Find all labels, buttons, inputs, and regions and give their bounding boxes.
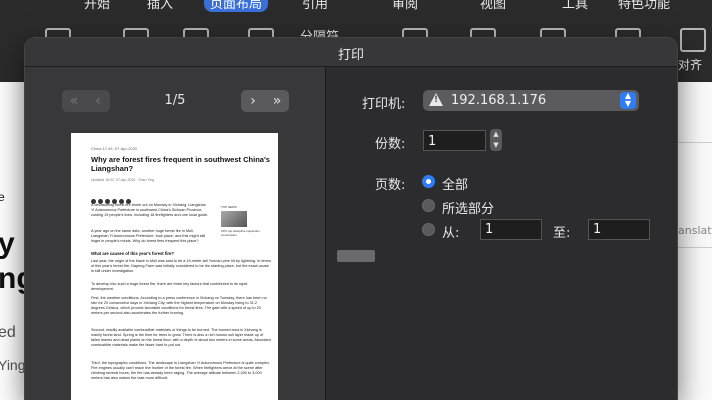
sidebar-caption: CPC top discipline inspection commission [221,229,260,237]
radio-page-range[interactable] [422,223,435,236]
next-page-button[interactable]: › [241,90,265,112]
to-page-field[interactable]: 1 [588,219,650,240]
sidebar-label: TOP NEWS [221,205,237,209]
sidebar-news: TOP NEWS CPC top discipline inspection c… [221,205,261,245]
article-paragraph: To develop into such a huge forest fire,… [91,282,248,291]
ribbon-tab-home[interactable]: 开始 [84,0,110,12]
stepper-up-icon[interactable]: ▲ [493,130,498,138]
doc-fragment: Ying [0,357,26,373]
copies-label: 份数: [375,137,406,152]
doc-fragment: e [0,190,5,204]
radio-selection[interactable] [422,199,435,212]
article-paragraph: Last year, the origin of the blaze in Mu… [91,259,271,273]
ribbon-tab-view[interactable]: 视图 [480,0,506,12]
doc-fragment: ed [0,324,16,341]
page-indicator: 1/5 [164,93,186,108]
pane-divider [325,67,326,400]
preview-splitter-handle[interactable] [337,250,375,262]
copies-field[interactable]: 1 [423,130,486,151]
divider [676,247,712,248]
chevron-up-down-icon: ▲ ▼ [620,92,636,109]
dialog-title: 打印 [337,48,364,63]
share-icons [91,191,133,204]
section-heading: What are causes of this year's forest fi… [91,251,174,256]
prev-page-group: « ‹ [62,90,110,112]
align-label: 对齐 [678,58,703,72]
doc-fragment: ng [0,262,26,295]
from-label: 从: [442,226,460,241]
first-page-button[interactable]: « [62,90,86,112]
last-page-button[interactable]: » [265,90,289,112]
stepper-down-icon[interactable]: ▼ [493,141,498,149]
selection-label: 所选部分 [442,202,495,217]
article-paragraph: A year ago on the same date, another hug… [91,229,206,243]
printer-select[interactable]: 192.168.1.176 ▲▼ [423,90,639,111]
next-page-group: › » [241,90,289,112]
ribbon-tab-review[interactable]: 审阅 [392,0,418,12]
copies-stepper[interactable]: ▲ ▼ [490,129,502,151]
warning-icon [429,93,443,106]
divider [676,142,712,143]
article-byline: Updated 18:02, 07-Apr-2020 · Zhao Ying [91,178,155,182]
article-meta: China 17:44, 07-Apr-2020 [91,146,138,151]
to-label: 至: [553,226,571,241]
doc-fragment: anslat [678,224,712,237]
printer-label: 打印机: [362,97,406,112]
all-pages-label: 全部 [442,178,469,193]
article-paragraph: First, the weather conditions. According… [91,296,267,315]
doc-fragment: y [0,227,15,260]
ribbon-tab-tools[interactable]: 工具 [562,0,588,12]
from-page-field[interactable]: 1 [480,219,542,240]
document-right-edge: anslat [676,82,712,400]
page-preview: China 17:44, 07-Apr-2020 Why are forest … [71,133,278,400]
print-dialog: 打印 « ‹ 1/5 › » China 17:44, 07-Apr-2020 … [25,38,677,400]
ribbon-tab-insert[interactable]: 插入 [147,0,173,12]
align-icon[interactable] [680,28,706,52]
article-headline: Why are forest fires frequent in southwe… [91,155,270,173]
ribbon-tab-references[interactable]: 引用 [302,0,328,12]
dialog-titlebar: 打印 [25,38,677,67]
article-paragraph: Second, readily available combustible ma… [91,328,271,347]
prev-page-button[interactable]: ‹ [86,90,110,112]
ribbon-tab-features[interactable]: 特色功能 [618,0,670,12]
article-paragraph: Third, the topographic conditions. The l… [91,361,270,380]
document-left-edge: e y ng ed Ying [0,82,26,400]
pages-label: 页数: [375,178,406,193]
printer-value: 192.168.1.176 [451,93,547,108]
ribbon-tab-layout[interactable]: 页面布局 [204,0,269,12]
article-paragraph: A devastating forest fire broke out on M… [91,203,209,217]
radio-all-pages[interactable] [422,175,435,188]
sidebar-thumbnail [221,211,247,227]
